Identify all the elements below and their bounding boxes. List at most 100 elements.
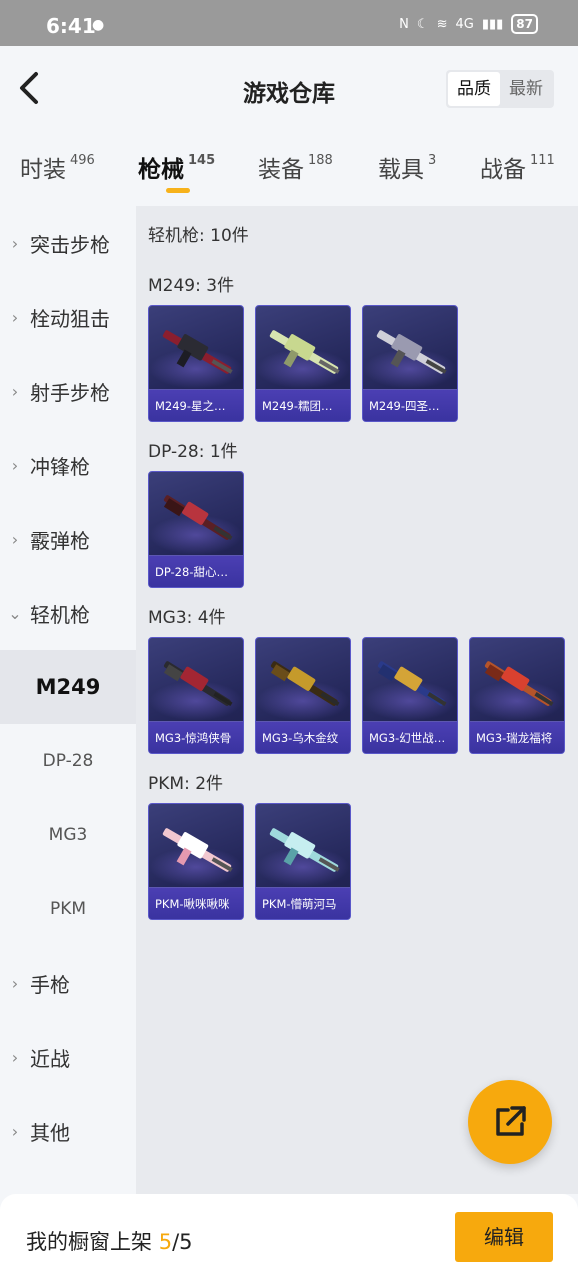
total-count: 轻机枪: 10件 <box>148 226 249 246</box>
wifi-icon: ≋ <box>436 16 448 32</box>
rifle-icon <box>269 330 340 374</box>
showcase-label: 我的橱窗上架 <box>26 1230 159 1254</box>
group-title: PKM: 2件 <box>148 774 224 794</box>
sidebar-item-lmg[interactable]: ⌄ 轻机枪 <box>0 576 136 650</box>
tab-label: 时装 <box>20 157 66 183</box>
sidebar-item-other[interactable]: › 其他 <box>0 1094 136 1168</box>
item-name: MG3-瑞龙福将 <box>470 721 564 753</box>
sidebar-item-label: 射手步枪 <box>30 380 110 405</box>
item-card[interactable]: MG3-瑞龙福将 <box>469 637 565 754</box>
sidebar-item-label: 手枪 <box>30 972 70 997</box>
header: 游戏仓库 品质 最新 <box>0 46 578 136</box>
item-name: MG3-幻世战… <box>363 721 457 753</box>
item-name: MG3-惊鸿侠骨 <box>149 721 243 753</box>
tab-count: 145 <box>188 153 216 169</box>
sidebar: › 突击步枪 › 栓动狙击 › 射手步枪 › 冲锋枪 › 霰弹枪 ⌄ 轻机枪 M249 DP… <box>0 206 136 1194</box>
tab-vehicle[interactable]: 载具 3 <box>378 150 436 184</box>
chevron-right-icon: › <box>11 307 19 327</box>
sidebar-item-label: 霰弹枪 <box>30 528 90 553</box>
chevron-right-icon: › <box>11 1047 19 1067</box>
rifle-icon <box>162 330 233 374</box>
item-card[interactable]: PKM-懵萌河马 <box>255 803 351 920</box>
sidebar-item-label: 近战 <box>30 1046 70 1071</box>
item-name: M249-星之… <box>149 389 243 421</box>
rifle-icon <box>162 828 233 872</box>
item-card[interactable]: M249-糯团… <box>255 305 351 422</box>
rifle-icon <box>163 661 233 707</box>
bottom-bar: 我的橱窗上架 5/5 编辑 <box>0 1194 578 1280</box>
active-tab-indicator <box>166 188 190 193</box>
item-name: MG3-乌木金纹 <box>256 721 350 753</box>
tab-firearms[interactable]: 枪械 145 <box>138 150 215 184</box>
category-tabs: 时装 496 枪械 145 装备 188 载具 3 战备 111 <box>0 136 578 206</box>
sidebar-item-label: 轻机枪 <box>30 602 90 627</box>
status-icons: N ☾ ≋ 4G ▮▮▮ 87 <box>399 14 538 34</box>
edit-button[interactable]: 编辑 <box>455 1212 553 1262</box>
sidebar-item-label: 栓动狙击 <box>30 306 110 331</box>
sidebar-subitem-pkm[interactable]: PKM <box>0 872 136 946</box>
item-card[interactable]: M249-四圣… <box>362 305 458 422</box>
tab-count: 496 <box>70 153 95 169</box>
item-card[interactable]: MG3-乌木金纹 <box>255 637 351 754</box>
item-card[interactable]: PKM-啾咪啾咪 <box>148 803 244 920</box>
sidebar-subitem-m249[interactable]: M249 <box>0 650 136 724</box>
moon-icon: ☾ <box>416 16 429 32</box>
showcase-current: 5 <box>158 1230 173 1254</box>
nfc-icon: N <box>399 16 409 32</box>
item-name: PKM-啾咪啾咪 <box>149 887 243 919</box>
item-card[interactable]: MG3-幻世战… <box>362 637 458 754</box>
sort-quality-button[interactable]: 品质 <box>448 72 500 106</box>
item-card[interactable]: MG3-惊鸿侠骨 <box>148 637 244 754</box>
tab-costume[interactable]: 时装 496 <box>20 150 95 184</box>
chevron-down-icon: ⌄ <box>8 603 22 623</box>
status-bar: 6:41 ● N ☾ ≋ 4G ▮▮▮ 87 <box>0 0 578 46</box>
chevron-right-icon: › <box>11 455 19 475</box>
group-title: DP-28: 1件 <box>148 442 238 462</box>
chevron-right-icon: › <box>11 381 19 401</box>
sort-newest-button[interactable]: 最新 <box>500 72 552 106</box>
item-name: PKM-懵萌河马 <box>256 887 350 919</box>
external-link-icon <box>496 1106 526 1136</box>
sidebar-item-melee[interactable]: › 近战 <box>0 1020 136 1094</box>
item-card[interactable]: DP-28-甜心… <box>148 471 244 588</box>
item-name: M249-糯团… <box>256 389 350 421</box>
battery-icon: 87 <box>511 14 538 34</box>
share-button[interactable] <box>468 1080 552 1164</box>
tab-gear[interactable]: 战备 111 <box>480 150 555 184</box>
sidebar-item-pistol[interactable]: › 手枪 <box>0 946 136 1020</box>
tab-label: 装备 <box>258 157 304 183</box>
rifle-icon <box>376 330 447 374</box>
group-title: M249: 3件 <box>148 276 235 296</box>
sidebar-item-shotgun[interactable]: › 霰弹枪 <box>0 502 136 576</box>
signal-icon: 4G <box>455 16 474 32</box>
item-name: M249-四圣… <box>363 389 457 421</box>
tab-equipment[interactable]: 装备 188 <box>258 150 333 184</box>
sidebar-subitem-mg3[interactable]: MG3 <box>0 798 136 872</box>
signal-icon-2: ▮▮▮ <box>481 16 504 32</box>
sidebar-item-smg[interactable]: › 冲锋枪 <box>0 428 136 502</box>
tab-label: 战备 <box>480 157 526 183</box>
rifle-icon <box>484 661 554 707</box>
chevron-right-icon: › <box>11 1121 19 1141</box>
sidebar-item-marksman-rifle[interactable]: › 射手步枪 <box>0 354 136 428</box>
showcase-status: 我的橱窗上架 5/5 <box>26 1226 193 1256</box>
rifle-icon <box>163 495 233 541</box>
rifle-icon <box>269 828 340 872</box>
sidebar-subitem-dp28[interactable]: DP-28 <box>0 724 136 798</box>
chevron-right-icon: › <box>11 973 19 993</box>
sidebar-item-label: 冲锋枪 <box>30 454 90 479</box>
status-time: 6:41 <box>46 14 96 38</box>
item-card[interactable]: M249-星之… <box>148 305 244 422</box>
sidebar-item-bolt-sniper[interactable]: › 栓动狙击 <box>0 280 136 354</box>
tab-count: 188 <box>308 153 333 169</box>
sidebar-item-assault-rifle[interactable]: › 突击步枪 <box>0 206 136 280</box>
sidebar-item-label: 突击步枪 <box>30 232 110 257</box>
item-grid-panel: 轻机枪: 10件 M249: 3件 M249-星之… M249-糯团… M249… <box>136 206 578 1194</box>
item-name: DP-28-甜心… <box>149 555 243 587</box>
sidebar-item-label: 其他 <box>30 1120 70 1145</box>
tab-count: 3 <box>428 153 437 169</box>
tab-label: 枪械 <box>138 157 184 183</box>
rifle-icon <box>270 661 340 707</box>
tab-count: 111 <box>530 153 555 169</box>
sort-toggle: 品质 最新 <box>446 70 554 108</box>
